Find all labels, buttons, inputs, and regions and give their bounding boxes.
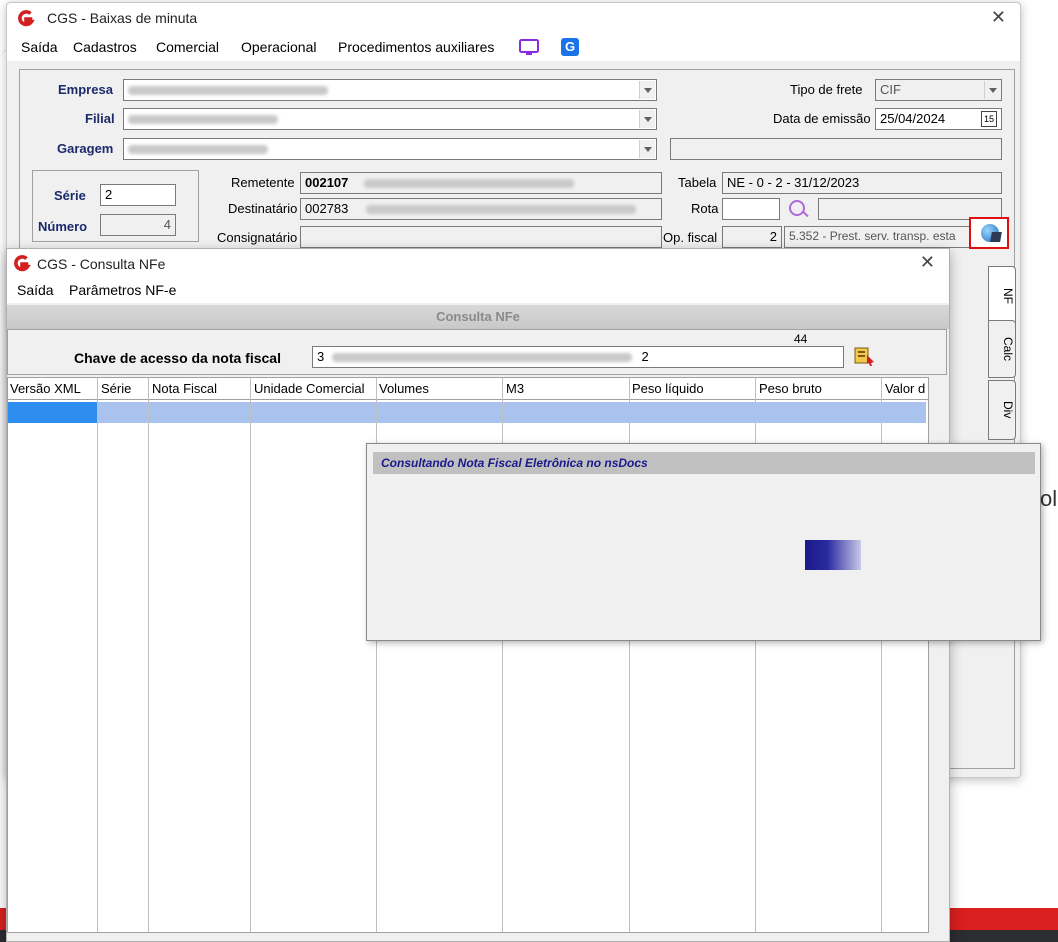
col-peso-liquido[interactable]: Peso líquido — [632, 381, 704, 396]
numero-label: Número — [38, 219, 88, 234]
chevron-down-icon[interactable] — [639, 81, 655, 99]
filial-label: Filial — [85, 111, 115, 126]
nfe-window-title: CGS - Consulta NFe — [37, 256, 166, 272]
serie-field[interactable]: 2 — [100, 184, 176, 206]
cgs-logo-icon — [14, 255, 31, 272]
data-emissao-value: 25/04/2024 — [880, 111, 946, 126]
col-peso-bruto[interactable]: Peso bruto — [759, 381, 822, 396]
op-fiscal-label: Op. fiscal — [663, 230, 718, 245]
remetente-code: 002107 — [305, 175, 349, 190]
extra-field — [670, 138, 1002, 160]
col-serie[interactable]: Série — [101, 381, 131, 396]
col-versao-xml[interactable]: Versão XML — [10, 381, 81, 396]
tipo-frete-value: CIF — [880, 82, 901, 97]
tabela-label: Tabela — [678, 175, 717, 190]
rota-label: Rota — [691, 201, 719, 216]
column-divider — [148, 378, 149, 932]
tipo-frete-label: Tipo de frete — [790, 82, 863, 97]
consignatario-field[interactable] — [300, 226, 662, 248]
op-fiscal-code: 2 — [722, 226, 782, 248]
col-m3[interactable]: M3 — [506, 381, 524, 396]
nfe-menubar: Saída Parâmetros NF-e — [7, 279, 949, 303]
chave-label: Chave de acesso da nota fiscal — [74, 350, 281, 366]
barcode-icon — [990, 232, 1002, 242]
consignatario-label: Consignatário — [217, 230, 298, 245]
chevron-down-icon[interactable] — [639, 110, 655, 128]
destinatario-field[interactable]: 002783 — [300, 198, 662, 220]
close-icon[interactable]: ✕ — [920, 252, 935, 273]
tab-nf[interactable]: NF — [988, 266, 1016, 326]
empresa-label: Empresa — [58, 82, 113, 97]
menu-parametros-nfe[interactable]: Parâmetros NF-e — [69, 282, 176, 298]
chevron-down-icon[interactable] — [639, 140, 655, 158]
tab-calc[interactable]: Calc — [988, 320, 1016, 378]
chave-suffix: 2 — [641, 349, 649, 364]
main-titlebar[interactable]: CGS - Baixas de minuta ✕ — [7, 3, 1020, 35]
tipo-frete-select[interactable]: CIF — [875, 79, 1002, 101]
numero-field: 4 — [100, 214, 176, 236]
grid-header: Versão XML Série Nota Fiscal Unidade Com… — [8, 378, 928, 400]
col-volumes[interactable]: Volumes — [379, 381, 429, 396]
tabela-field: NE - 0 - 2 - 31/12/2023 — [722, 172, 1002, 194]
progress-indicator — [805, 540, 861, 570]
empresa-select[interactable] — [123, 79, 657, 101]
close-icon[interactable]: ✕ — [991, 7, 1006, 28]
rota-field[interactable] — [722, 198, 780, 220]
consulta-nfe-header: Consulta NFe — [7, 305, 949, 329]
search-icon[interactable] — [789, 200, 805, 216]
background-text: ol — [1040, 486, 1058, 511]
filial-select[interactable] — [123, 108, 657, 130]
data-emissao-field[interactable]: 25/04/2024 15 — [875, 108, 1002, 130]
tab-div[interactable]: Div — [988, 380, 1016, 440]
nfe-titlebar[interactable]: CGS - Consulta NFe ✕ — [7, 249, 949, 279]
window-title: CGS - Baixas de minuta — [47, 10, 198, 26]
menu-saida[interactable]: Saída — [21, 39, 58, 55]
destinatario-label: Destinatário — [228, 201, 298, 216]
col-unidade-comercial[interactable]: Unidade Comercial — [254, 381, 365, 396]
consulta-nfe-button[interactable] — [969, 217, 1009, 249]
remetente-label: Remetente — [231, 175, 295, 190]
column-divider — [250, 378, 251, 932]
progress-dialog-title: Consultando Nota Fiscal Eletrônica no ns… — [373, 452, 1035, 474]
chave-field[interactable]: 3 2 — [312, 346, 844, 368]
g-app-icon[interactable]: G — [561, 38, 579, 56]
menu-comercial[interactable]: Comercial — [156, 39, 219, 55]
op-fiscal-desc: 5.352 - Prest. serv. transp. esta — [784, 226, 976, 248]
destinatario-code: 002783 — [305, 201, 349, 216]
menu-saida[interactable]: Saída — [17, 282, 54, 298]
consultar-icon[interactable] — [854, 346, 876, 366]
menu-procedimentos-auxiliares[interactable]: Procedimentos auxiliares — [338, 39, 494, 55]
data-emissao-label: Data de emissão — [773, 111, 871, 126]
chave-group: 44 Chave de acesso da nota fiscal 3 2 — [7, 329, 947, 375]
chave-length: 44 — [794, 332, 808, 346]
col-valor[interactable]: Valor d — [885, 381, 925, 396]
menu-cadastros[interactable]: Cadastros — [73, 39, 137, 55]
col-nota-fiscal[interactable]: Nota Fiscal — [152, 381, 217, 396]
main-menubar: Saída Cadastros Comercial Operacional Pr… — [7, 35, 1020, 61]
remetente-field[interactable]: 002107 — [300, 172, 662, 194]
progress-dialog: Consultando Nota Fiscal Eletrônica no ns… — [366, 443, 1041, 641]
menu-operacional[interactable]: Operacional — [241, 39, 317, 55]
calendar-icon[interactable]: 15 — [981, 111, 997, 127]
column-divider — [97, 378, 98, 932]
selected-row-indicator[interactable] — [8, 402, 98, 423]
chave-prefix: 3 — [317, 349, 325, 364]
chevron-down-icon[interactable] — [984, 81, 1000, 99]
garagem-label: Garagem — [57, 141, 114, 156]
monitor-icon[interactable] — [519, 39, 539, 56]
cgs-logo-icon — [18, 10, 35, 27]
serie-label: Série — [54, 188, 86, 203]
garagem-select[interactable] — [123, 138, 657, 160]
table-row[interactable] — [98, 402, 926, 423]
